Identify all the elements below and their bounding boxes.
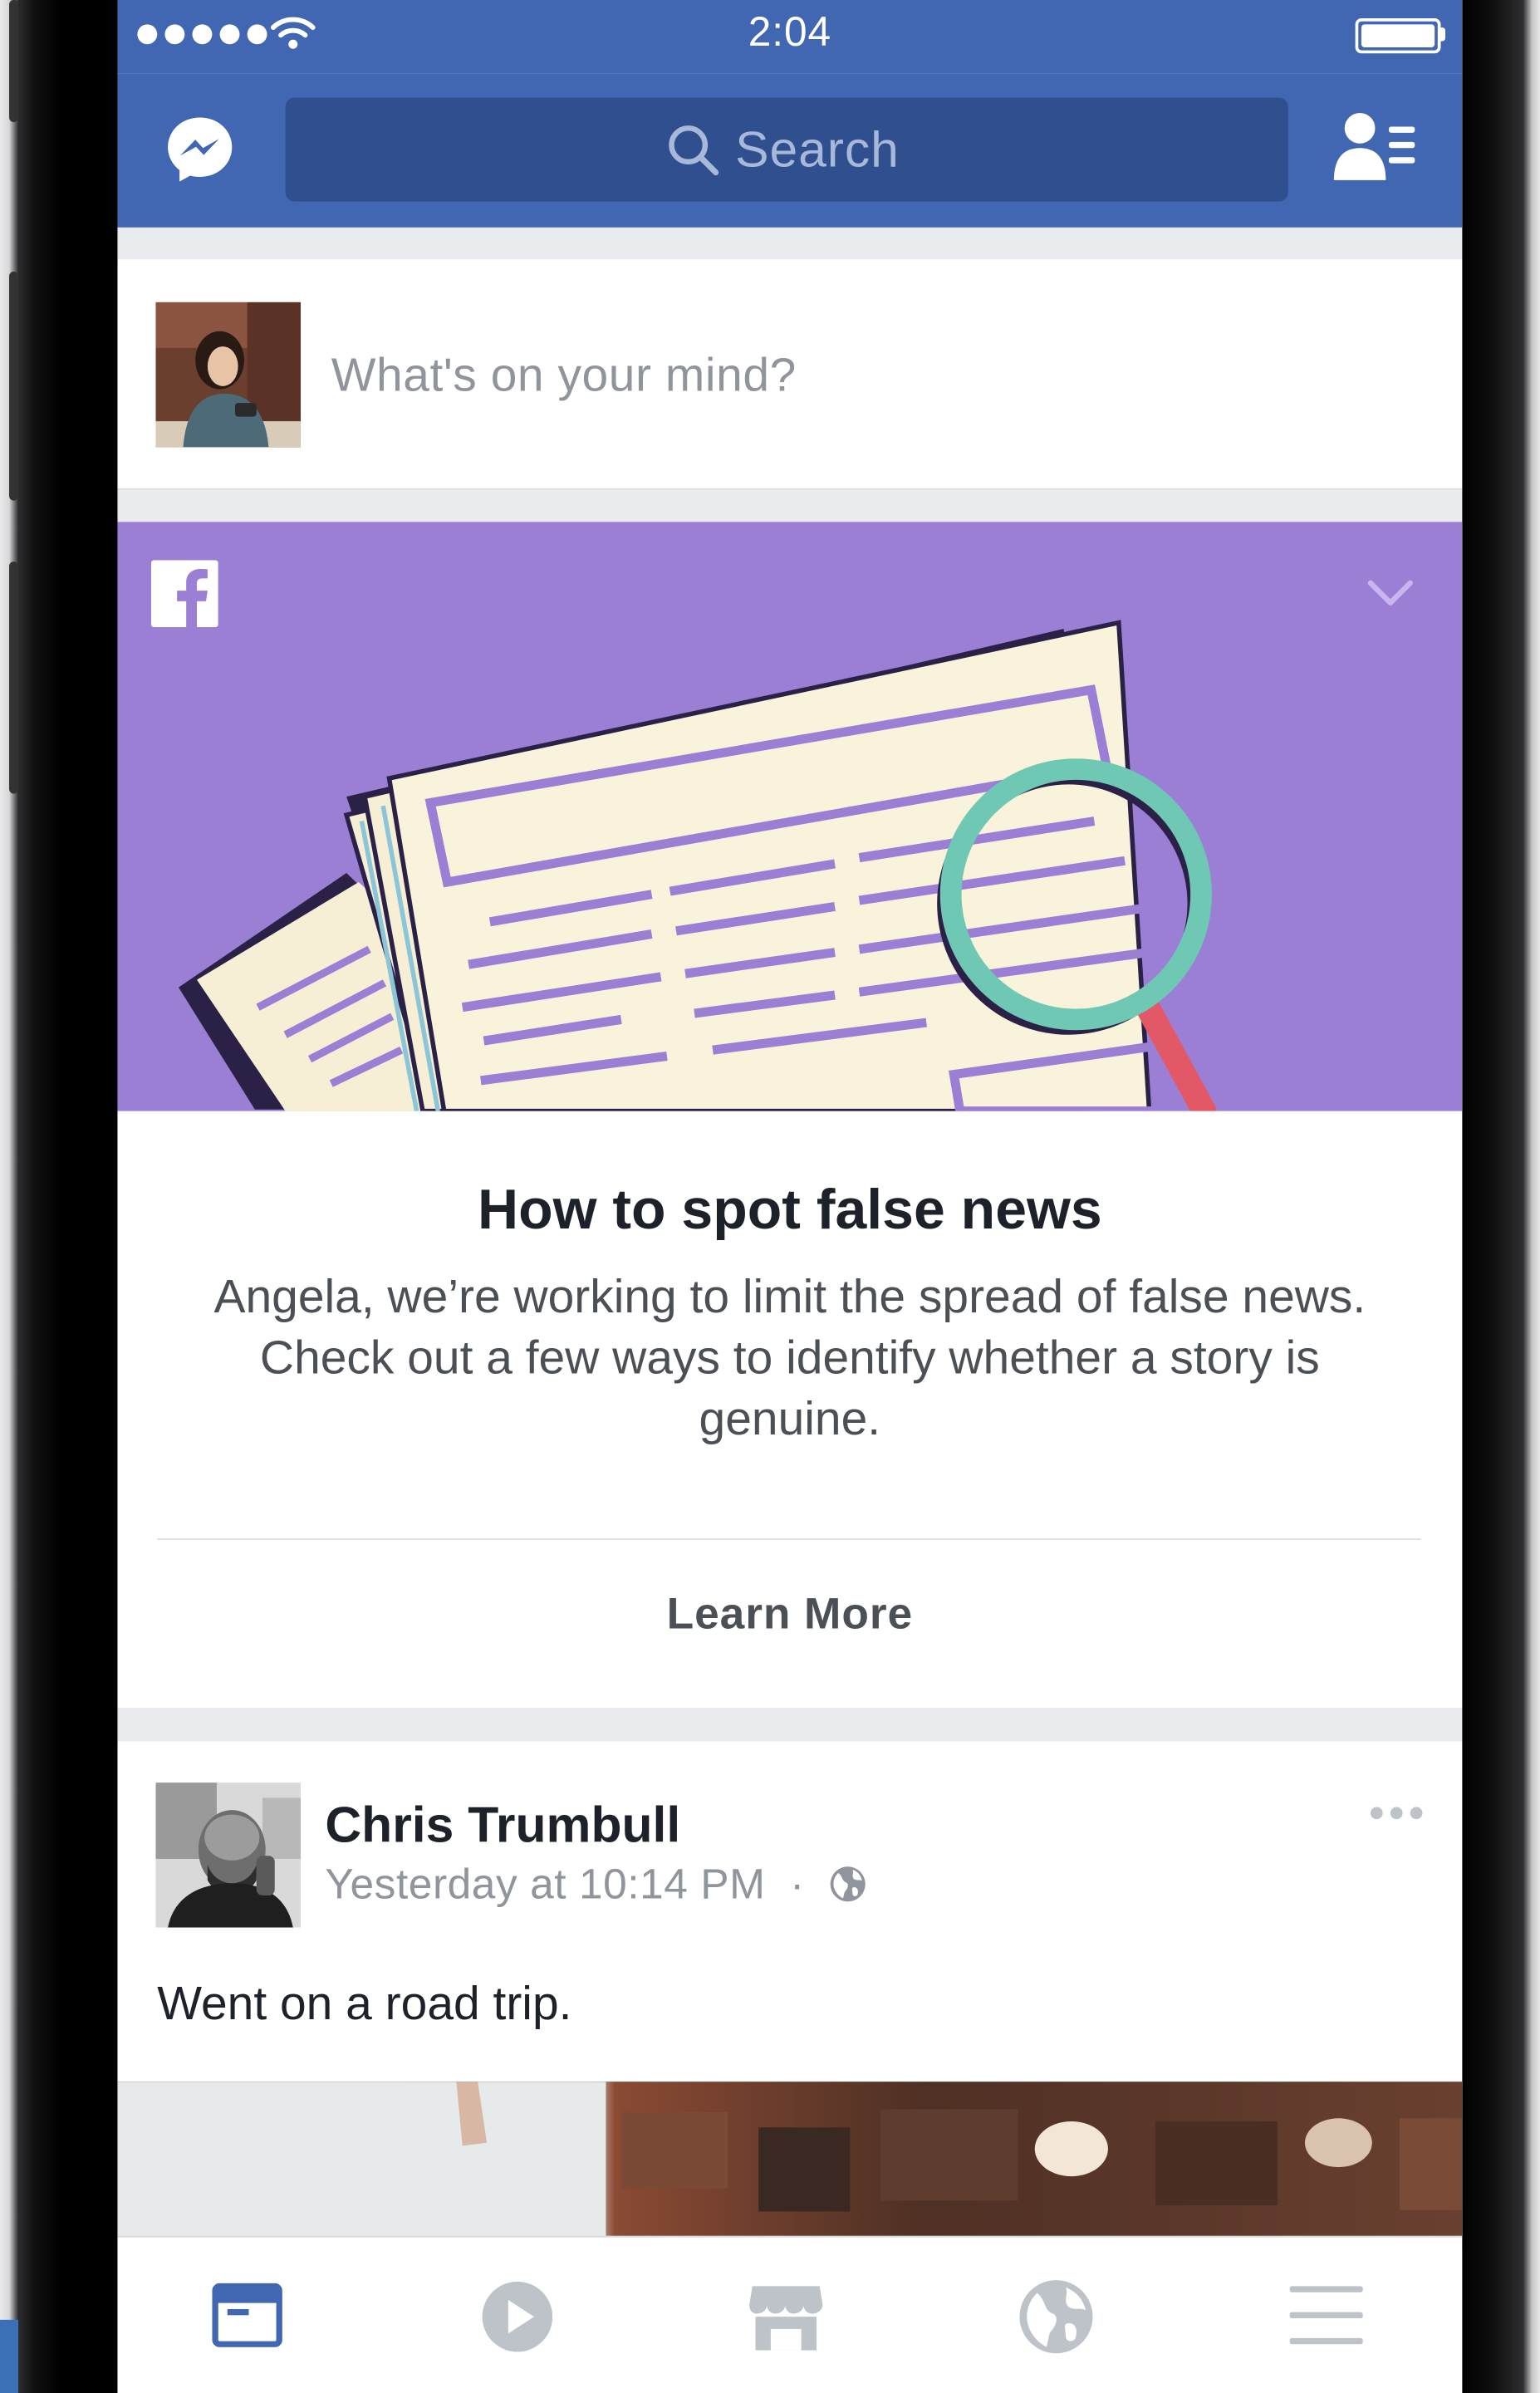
- phone-screen: 2:04 Search What's on your mind? How to …: [117, 0, 1463, 2393]
- learn-more-button[interactable]: Learn More: [117, 1591, 1462, 1641]
- post-author-name[interactable]: Chris Trumbull: [325, 1797, 680, 1855]
- status-bar: 2:04: [117, 0, 1463, 74]
- phone-side-button: [9, 0, 19, 122]
- globe-privacy-icon: [831, 1866, 866, 1902]
- status-time: 2:04: [748, 9, 831, 56]
- battery-tip: [1439, 27, 1446, 42]
- screenshot-stage: 2:04 Search What's on your mind? How to …: [0, 0, 1540, 2393]
- chevron-down-icon[interactable]: [1366, 577, 1415, 611]
- newspaper-magnifier-illustration: [178, 620, 1217, 1111]
- search-placeholder: Search: [735, 120, 900, 178]
- phone-volume-up-button: [9, 272, 19, 501]
- card-banner: [117, 522, 1463, 1111]
- post-meta: Yesterday at 10:14 PM ·: [325, 1861, 867, 1910]
- phone-frame-right: [1462, 0, 1540, 2393]
- friend-requests-icon[interactable]: [1331, 110, 1420, 186]
- notifications-globe-icon[interactable]: [1018, 2278, 1095, 2355]
- news-feed-icon[interactable]: [212, 2283, 282, 2347]
- battery-icon: [1355, 18, 1441, 54]
- post-timestamp[interactable]: Yesterday at 10:14 PM: [325, 1861, 765, 1908]
- battery-fill: [1361, 24, 1435, 47]
- card-body: Angela, we’re working to limit the sprea…: [213, 1269, 1366, 1446]
- video-icon[interactable]: [481, 2280, 554, 2353]
- phone-volume-down-button: [9, 561, 19, 794]
- false-news-card: How to spot false news Angela, we’re wor…: [117, 522, 1463, 1709]
- marketplace-icon[interactable]: [746, 2280, 826, 2353]
- card-divider: [157, 1538, 1421, 1540]
- menu-icon[interactable]: [1289, 2283, 1363, 2347]
- search-bar[interactable]: Search: [285, 97, 1288, 202]
- user-avatar: [155, 302, 301, 448]
- post-text: Went on a road trip.: [157, 1976, 572, 2030]
- feed-post: Chris Trumbull Yesterday at 10:14 PM · W…: [117, 1741, 1463, 2250]
- composer-prompt: What's on your mind?: [331, 347, 797, 402]
- author-avatar[interactable]: [155, 1782, 301, 1928]
- background-blue-edge: [0, 2319, 19, 2393]
- post-photo-image: [117, 2082, 1463, 2250]
- top-nav-bar: Search: [117, 73, 1463, 228]
- messenger-icon[interactable]: [164, 113, 237, 186]
- bottom-tab-bar: [117, 2235, 1463, 2393]
- status-composer[interactable]: What's on your mind?: [117, 259, 1463, 490]
- card-title: How to spot false news: [477, 1178, 1102, 1241]
- post-photo[interactable]: [117, 2082, 1463, 2250]
- meta-separator: ·: [790, 1860, 805, 1908]
- post-options-icon[interactable]: [1369, 1806, 1424, 1821]
- facebook-logo-icon: [150, 560, 218, 628]
